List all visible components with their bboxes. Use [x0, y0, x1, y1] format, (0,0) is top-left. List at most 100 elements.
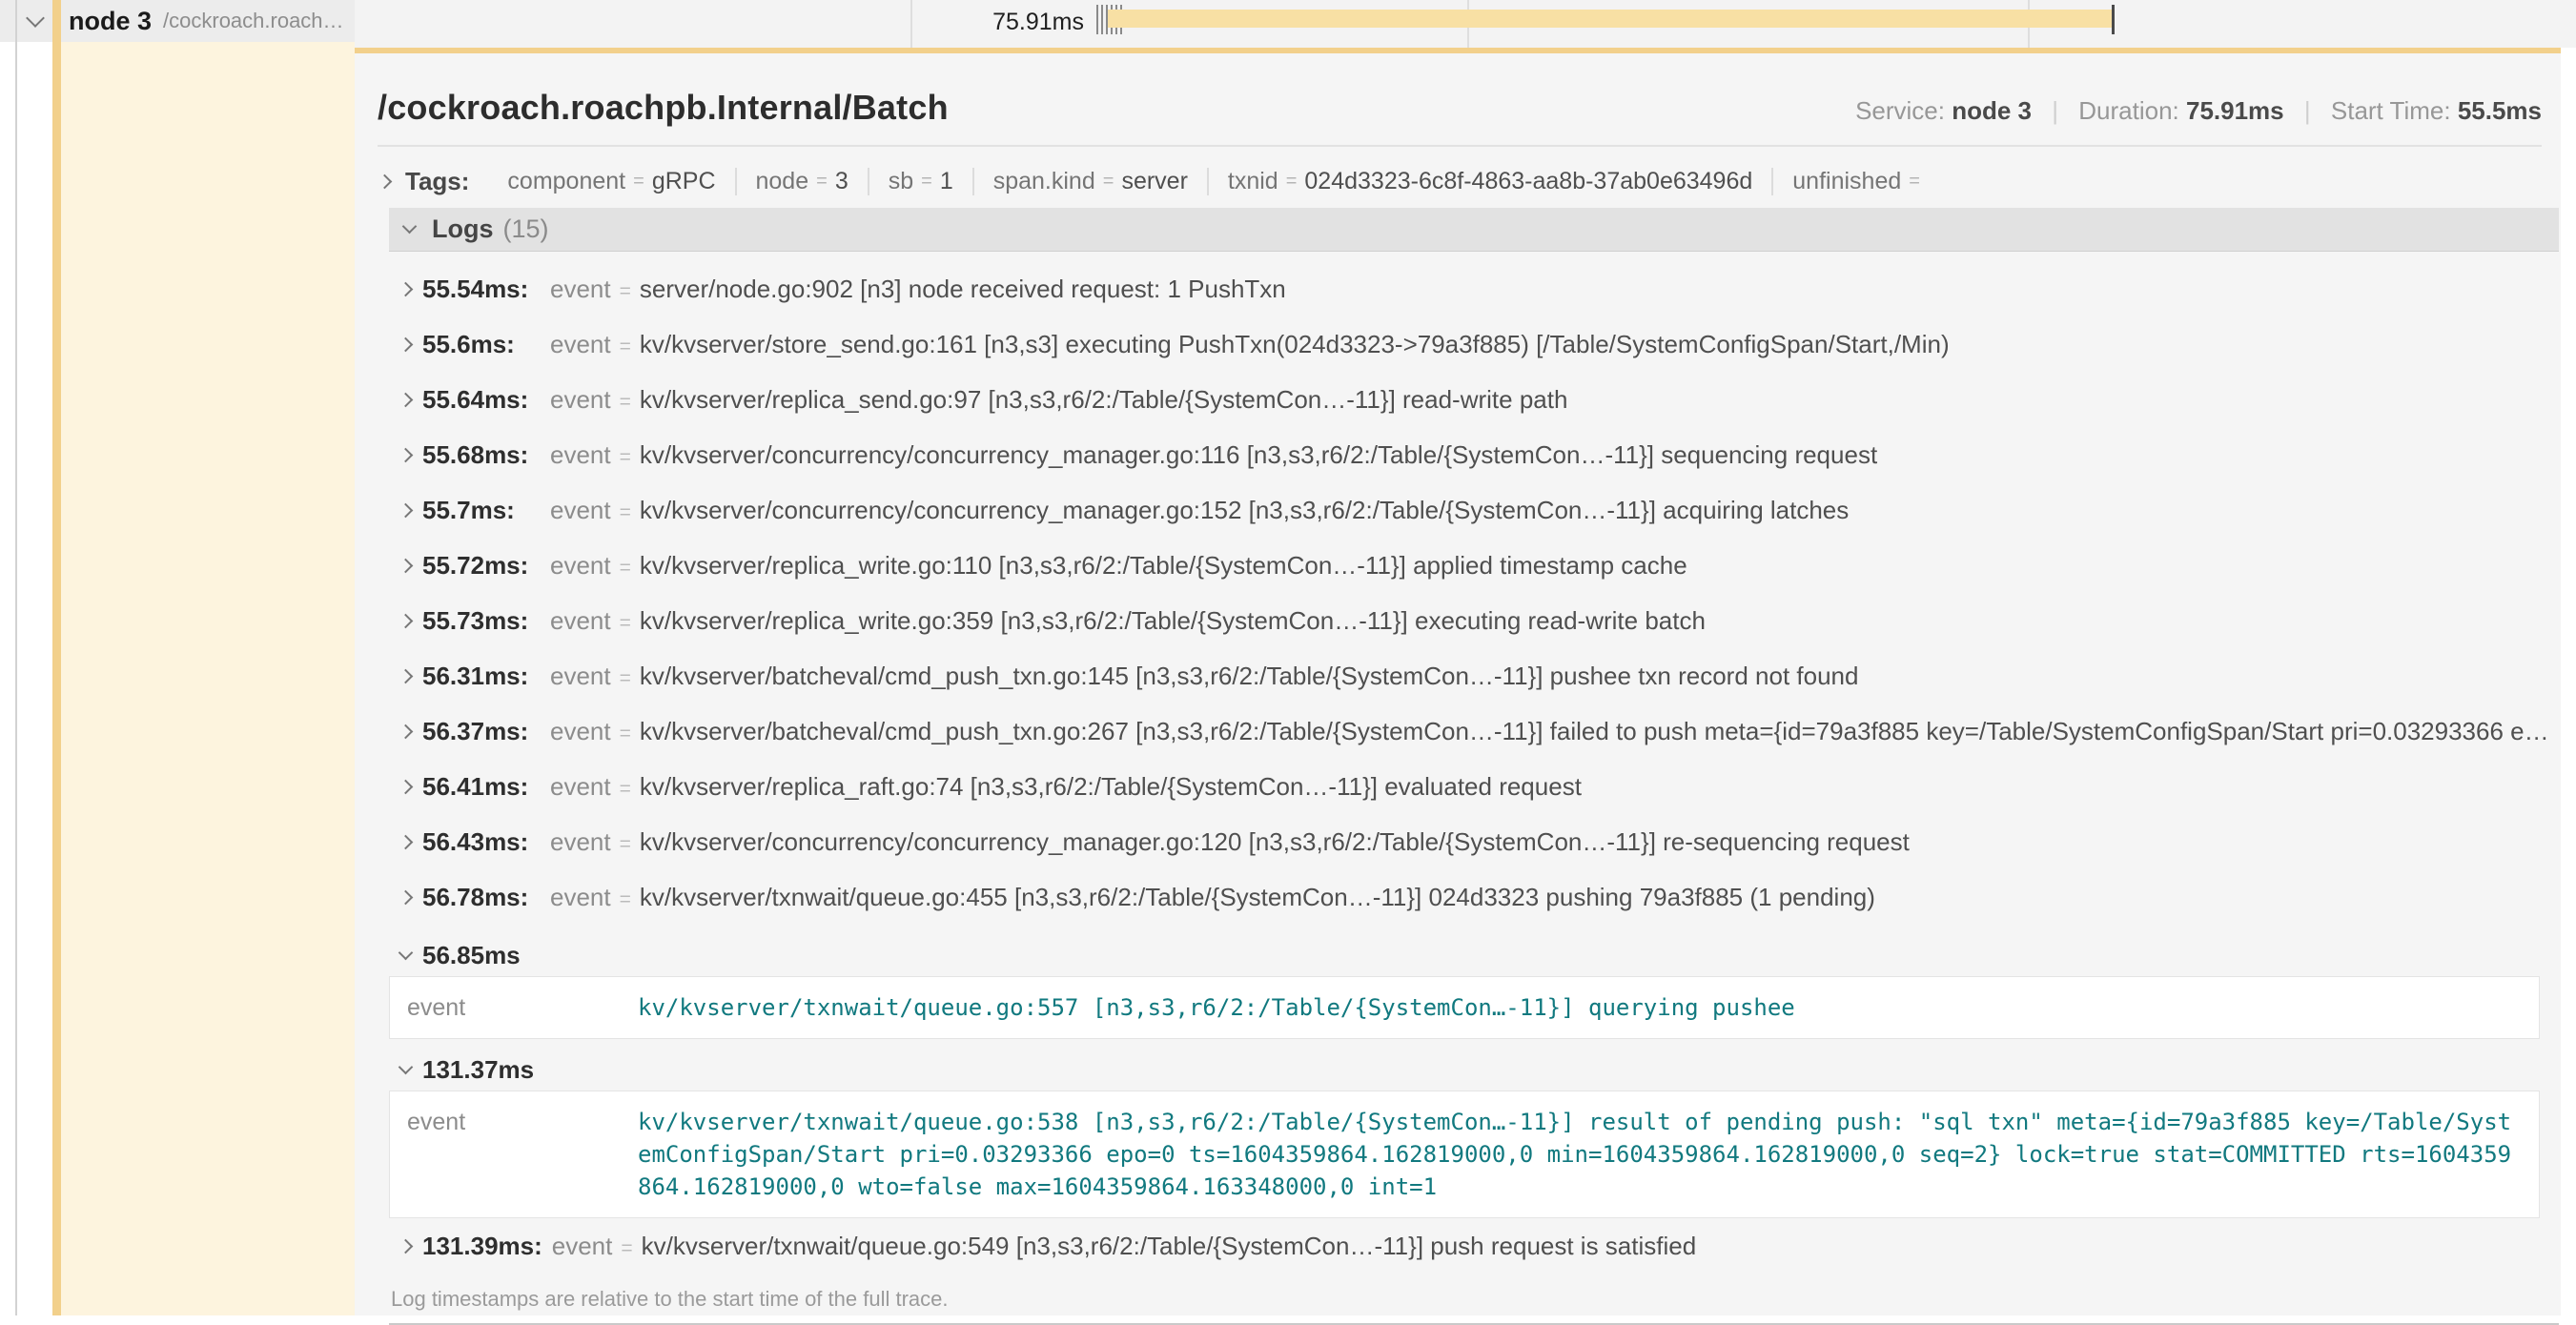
- log-field-equals: =: [621, 1237, 632, 1260]
- tag-equals: =: [1103, 171, 1114, 193]
- tag-key: component: [507, 168, 625, 195]
- log-field-value: kv/kvserver/concurrency/concurrency_mana…: [640, 827, 1910, 857]
- log-timestamp: 55.68ms:: [422, 440, 541, 470]
- log-entry-row[interactable]: 55.68ms: event = kv/kvserver/concurrency…: [389, 427, 2559, 482]
- tags-row[interactable]: Tags: component = gRPC node = 3 sb = 1 s…: [379, 162, 2542, 200]
- log-entry-header[interactable]: 56.85ms: [389, 934, 2559, 976]
- chevron-down-icon[interactable]: [26, 9, 45, 28]
- duration-label: Duration:: [2078, 96, 2179, 125]
- header-divider: [378, 145, 2542, 147]
- log-timestamp: 56.31ms:: [422, 662, 541, 691]
- log-event-text: event = kv/kvserver/store_send.go:161 [n…: [550, 330, 1950, 359]
- log-event-text: event = kv/kvserver/concurrency/concurre…: [550, 496, 1849, 525]
- tag-value: server: [1121, 168, 1187, 195]
- span-end-marker: [2112, 5, 2115, 34]
- log-field-value: kv/kvserver/batcheval/cmd_push_txn.go:26…: [640, 717, 2559, 746]
- log-entry-expanded: 56.85ms event kv/kvserver/txnwait/queue.…: [389, 925, 2559, 1039]
- log-event-text: event = kv/kvserver/replica_send.go:97 […: [550, 385, 1567, 415]
- chevron-right-icon[interactable]: [399, 889, 414, 905]
- log-entry-row[interactable]: 55.64ms: event = kv/kvserver/replica_sen…: [389, 372, 2559, 427]
- tag-key: unfinished: [1792, 168, 1901, 195]
- tag-item: txnid = 024d3323-6c8f-4863-aa8b-37ab0e63…: [1207, 168, 1771, 195]
- span-row-service: node 3: [69, 7, 152, 36]
- chevron-right-icon[interactable]: [399, 447, 414, 462]
- log-event-text: event = kv/kvserver/txnwait/queue.go:455…: [550, 883, 1875, 912]
- tag-key: sb: [889, 168, 913, 195]
- log-entry-row[interactable]: 55.72ms: event = kv/kvserver/replica_wri…: [389, 538, 2559, 593]
- log-entry-row[interactable]: 131.39ms: event = kv/kvserver/txnwait/qu…: [389, 1218, 2559, 1274]
- logs-section-header[interactable]: Logs (15): [389, 208, 2559, 252]
- trace-left-guide-line: [15, 0, 17, 1315]
- page-title: /cockroach.roachpb.Internal/Batch: [378, 88, 949, 128]
- chevron-right-icon[interactable]: [399, 779, 414, 794]
- chevron-right-icon[interactable]: [399, 834, 414, 849]
- log-field-equals: =: [620, 446, 631, 469]
- tag-equals: =: [633, 171, 644, 193]
- chevron-right-icon[interactable]: [399, 392, 414, 407]
- log-event-text: event = kv/kvserver/batcheval/cmd_push_t…: [550, 662, 1858, 691]
- chevron-right-icon[interactable]: [399, 336, 414, 352]
- log-field-key: event: [550, 883, 611, 912]
- log-entry-row[interactable]: 55.7ms: event = kv/kvserver/concurrency/…: [389, 482, 2559, 538]
- log-field-key: event: [407, 991, 638, 1024]
- log-field-equals: =: [620, 391, 631, 414]
- stat-divider: |: [2304, 96, 2311, 125]
- log-timestamp: 56.43ms:: [422, 827, 541, 857]
- tag-item: unfinished =: [1771, 168, 1947, 195]
- log-field-key: event: [550, 496, 611, 525]
- log-timestamp: 56.37ms:: [422, 717, 541, 746]
- chevron-right-icon[interactable]: [399, 281, 414, 296]
- span-row-timeline[interactable]: 75.91ms: [355, 0, 2576, 48]
- log-fields-table: event kv/kvserver/txnwait/queue.go:538 […: [389, 1091, 2540, 1218]
- chevron-down-icon[interactable]: [402, 219, 418, 234]
- chevron-right-icon[interactable]: [399, 724, 414, 739]
- tag-item: component = gRPC: [488, 168, 734, 195]
- log-field-key: event: [552, 1232, 613, 1261]
- log-entry-row[interactable]: 55.6ms: event = kv/kvserver/store_send.g…: [389, 316, 2559, 372]
- chevron-down-icon[interactable]: [399, 1059, 414, 1074]
- log-field-value: kv/kvserver/replica_write.go:110 [n3,s3,…: [640, 551, 1687, 581]
- tag-equals: =: [816, 171, 828, 193]
- log-field-value: kv/kvserver/txnwait/queue.go:549 [n3,s3,…: [642, 1232, 1697, 1261]
- tag-value: 024d3323-6c8f-4863-aa8b-37ab0e63496d: [1304, 168, 1752, 195]
- log-timestamp: 55.54ms:: [422, 275, 541, 304]
- log-entry-row[interactable]: 56.43ms: event = kv/kvserver/concurrency…: [389, 814, 2559, 869]
- log-timestamp: 55.72ms:: [422, 551, 541, 581]
- selected-row-highlight-column: [61, 42, 355, 1315]
- chevron-right-icon[interactable]: [399, 668, 414, 683]
- log-timestamp: 55.7ms:: [422, 496, 541, 525]
- tag-value: gRPC: [652, 168, 716, 195]
- log-event-text: event = kv/kvserver/replica_raft.go:74 […: [550, 772, 1582, 802]
- log-field-value: kv/kvserver/txnwait/queue.go:557 [n3,s3,…: [638, 991, 2520, 1024]
- chevron-right-icon[interactable]: [399, 1238, 414, 1254]
- log-entry-row[interactable]: 56.78ms: event = kv/kvserver/txnwait/que…: [389, 869, 2559, 925]
- log-entry-header[interactable]: 131.37ms: [389, 1049, 2559, 1091]
- log-event-text: event = kv/kvserver/concurrency/concurre…: [550, 827, 1910, 857]
- tag-item: node = 3: [735, 168, 868, 195]
- log-entry-row[interactable]: 55.54ms: event = server/node.go:902 [n3]…: [389, 261, 2559, 316]
- log-event-text: event = kv/kvserver/replica_write.go:359…: [550, 606, 1706, 636]
- tag-value: 3: [835, 168, 848, 195]
- logs-footer-note: Log timestamps are relative to the start…: [389, 1274, 2559, 1323]
- chevron-down-icon[interactable]: [399, 945, 414, 960]
- log-field-equals: =: [620, 557, 631, 580]
- chevron-right-icon[interactable]: [399, 613, 414, 628]
- log-entry-row[interactable]: 56.31ms: event = kv/kvserver/batcheval/c…: [389, 648, 2559, 703]
- tag-key: span.kind: [993, 168, 1095, 195]
- log-field-key: event: [550, 551, 611, 581]
- log-timestamp: 55.64ms:: [422, 385, 541, 415]
- log-list: 55.54ms: event = server/node.go:902 [n3]…: [389, 252, 2559, 1274]
- tags-label: Tags:: [405, 167, 469, 196]
- chevron-right-icon[interactable]: [399, 558, 414, 573]
- log-fields-table: event kv/kvserver/txnwait/queue.go:557 […: [389, 976, 2540, 1039]
- chevron-right-icon[interactable]: [399, 502, 414, 518]
- start-time-label: Start Time:: [2331, 96, 2451, 125]
- span-duration-bar[interactable]: [1108, 10, 2113, 28]
- chevron-right-icon[interactable]: [378, 173, 393, 189]
- span-detail-panel: /cockroach.roachpb.Internal/Batch Servic…: [355, 48, 2561, 1315]
- log-field-key: event: [550, 717, 611, 746]
- log-entry-row[interactable]: 56.37ms: event = kv/kvserver/batcheval/c…: [389, 703, 2559, 759]
- tag-list: component = gRPC node = 3 sb = 1 span.ki…: [488, 168, 1947, 195]
- log-entry-row[interactable]: 55.73ms: event = kv/kvserver/replica_wri…: [389, 593, 2559, 648]
- log-entry-row[interactable]: 56.41ms: event = kv/kvserver/replica_raf…: [389, 759, 2559, 814]
